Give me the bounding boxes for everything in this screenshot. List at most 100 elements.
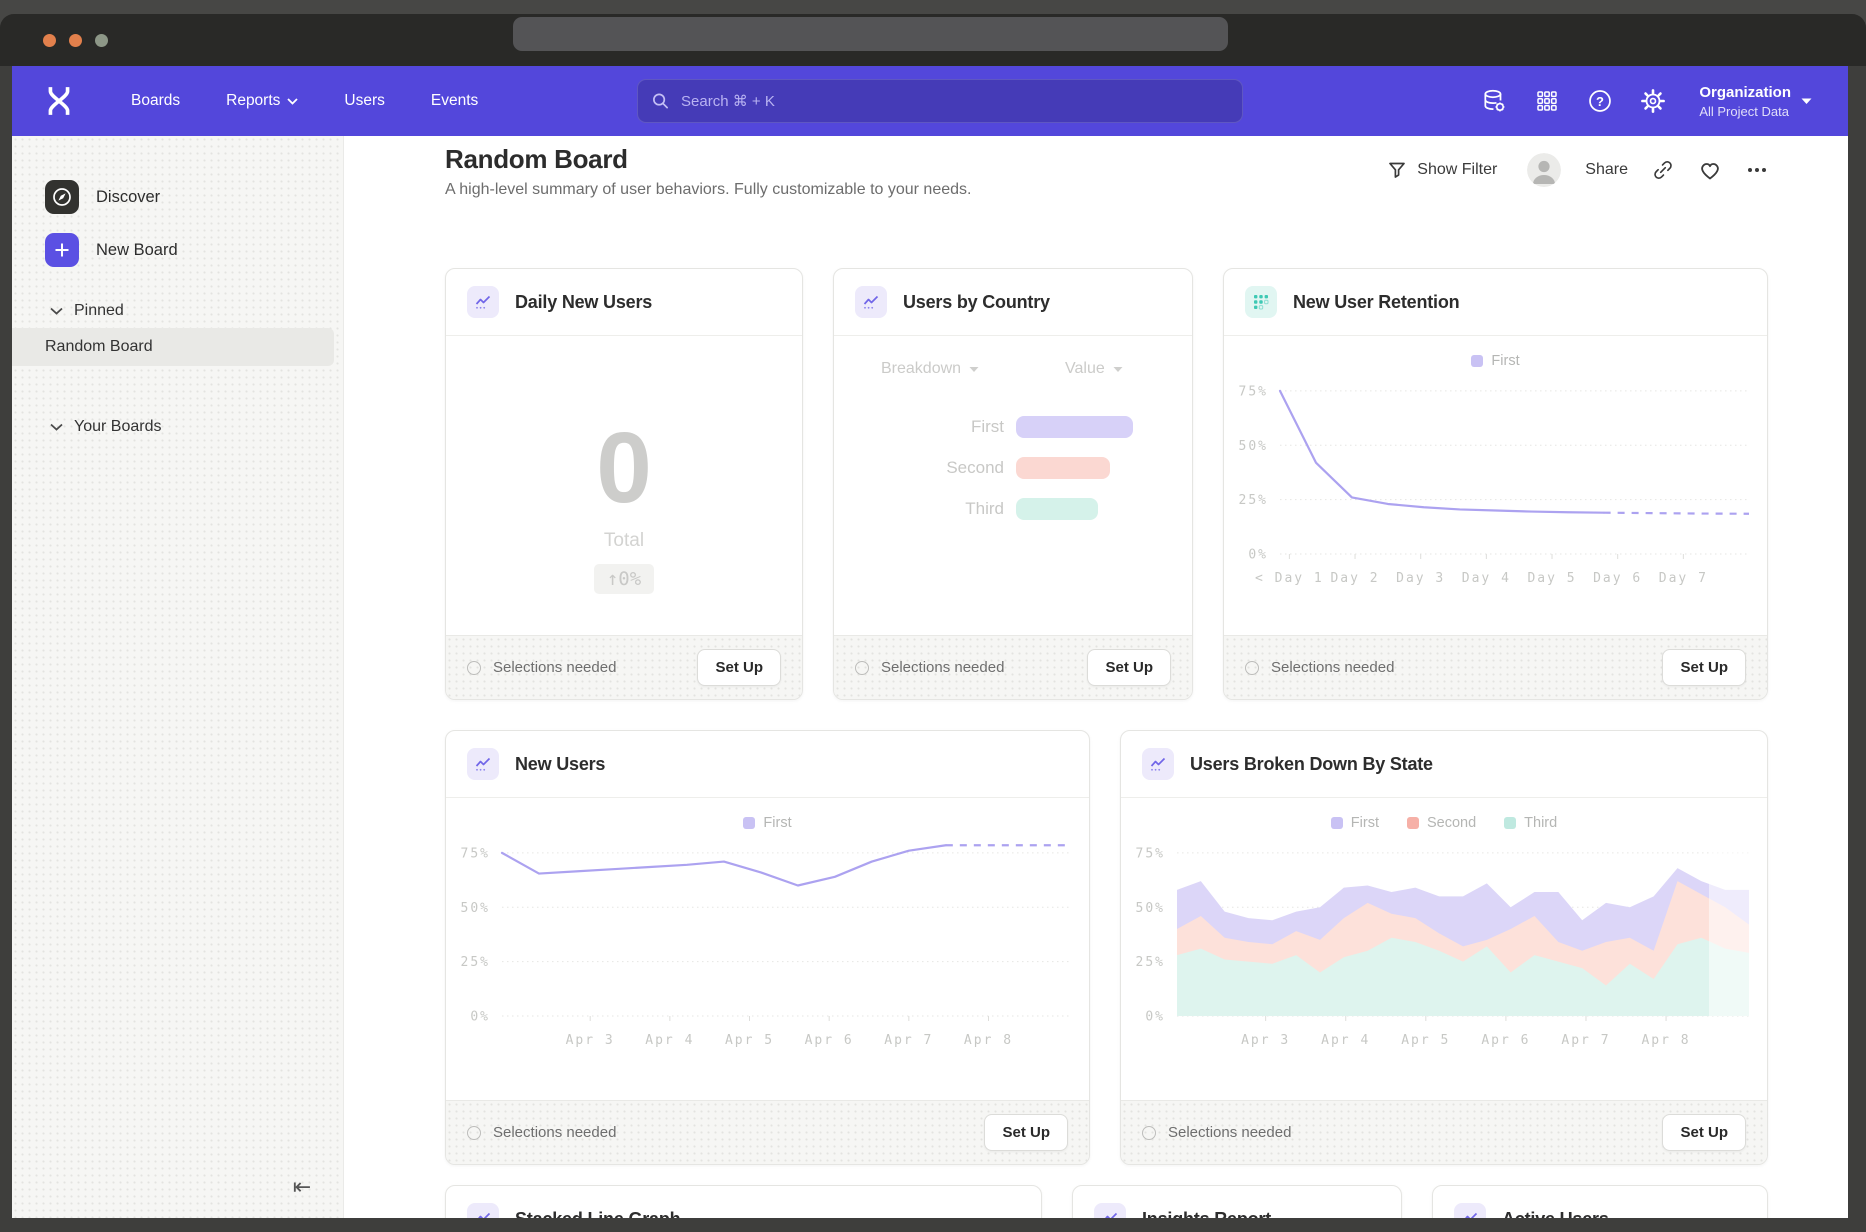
favorite-button[interactable] xyxy=(1698,159,1722,181)
pinned-section-toggle[interactable]: Pinned xyxy=(48,302,334,320)
desktop-background: Boards Reports Users Events xyxy=(0,0,1866,1232)
card-new-users: New Users First 75%50%25%0%Apr 3Apr 4Apr… xyxy=(445,730,1090,1165)
retention-chart: 75%50%25%0%< Day 1Day 2Day 3Day 4Day 5Da… xyxy=(1224,372,1767,592)
status-circle-icon xyxy=(855,661,869,675)
nav-item-users[interactable]: Users xyxy=(321,92,407,110)
line-chart-icon xyxy=(855,286,887,318)
bar-chart-body: Breakdown Value First Second Third xyxy=(834,336,1192,635)
apps-grid-icon[interactable] xyxy=(1534,88,1560,114)
legend-item[interactable]: First xyxy=(1331,815,1379,831)
search-icon xyxy=(652,92,669,110)
chevron-down-icon xyxy=(48,419,64,435)
new-board-button[interactable]: New Board xyxy=(45,233,334,267)
country-row: First xyxy=(834,416,1192,438)
plus-icon xyxy=(45,233,79,267)
card-insights-report: Insights Report xyxy=(1072,1185,1402,1218)
browser-window: Boards Reports Users Events xyxy=(0,14,1866,1232)
x-axis-tick: Apr 4 xyxy=(1321,1033,1370,1048)
x-axis-tick: Day 3 xyxy=(1396,571,1445,586)
copy-link-button[interactable] xyxy=(1652,159,1674,181)
legend-item[interactable]: Second xyxy=(1407,815,1476,831)
nav-right: ? xyxy=(1481,66,1848,136)
legend-item[interactable]: First xyxy=(1471,353,1519,369)
breakdown-dropdown[interactable]: Breakdown xyxy=(881,360,979,378)
nav-item-events[interactable]: Events xyxy=(408,92,501,110)
country-row-label: Second xyxy=(834,458,1016,478)
setup-button[interactable]: Set Up xyxy=(1087,649,1171,686)
legend-item[interactable]: Third xyxy=(1504,815,1557,831)
x-axis-tick: Apr 3 xyxy=(1241,1033,1290,1048)
line-chart-body: First 75%50%25%0%Apr 3Apr 4Apr 5Apr 6Apr… xyxy=(446,798,1089,1100)
setup-button[interactable]: Set Up xyxy=(697,649,781,686)
sidebar-board-item-random-board[interactable]: Random Board xyxy=(12,328,334,366)
ellipsis-icon xyxy=(1746,166,1768,174)
sidebar-item-discover[interactable]: Discover xyxy=(45,180,334,214)
data-management-icon[interactable] xyxy=(1481,88,1507,114)
status-circle-icon xyxy=(467,1126,481,1140)
line-series xyxy=(502,845,946,885)
card-title: Active Users xyxy=(1502,1209,1609,1219)
chart-legend: First xyxy=(446,798,1089,834)
search-input[interactable] xyxy=(679,92,1228,111)
setup-button[interactable]: Set Up xyxy=(1662,649,1746,686)
avatar[interactable] xyxy=(1527,153,1561,187)
settings-gear-icon[interactable] xyxy=(1640,88,1666,114)
help-icon[interactable]: ? xyxy=(1587,88,1613,114)
nav-item-label: Reports xyxy=(226,92,280,110)
page-title: Random Board xyxy=(445,144,628,175)
line-chart-icon xyxy=(1142,748,1174,780)
collapse-sidebar-icon[interactable]: ⇤ xyxy=(287,1172,317,1202)
window-minimize-button[interactable] xyxy=(69,34,82,47)
y-axis-tick: 25% xyxy=(1136,955,1165,970)
line-series-forecast xyxy=(1604,513,1749,514)
share-label: Share xyxy=(1585,161,1628,179)
window-close-button[interactable] xyxy=(43,34,56,47)
y-axis-tick: 75% xyxy=(1136,846,1165,861)
funnel-icon xyxy=(1387,160,1407,180)
card-active-users: Active Users xyxy=(1432,1185,1768,1218)
your-boards-section-toggle[interactable]: Your Boards xyxy=(48,418,334,436)
retention-chart-svg: 75%50%25%0%< Day 1Day 2Day 3Day 4Day 5Da… xyxy=(1224,372,1767,592)
legend-swatch-icon xyxy=(1504,817,1516,829)
setup-button[interactable]: Set Up xyxy=(1662,1114,1746,1151)
country-bar-rows: First Second Third xyxy=(834,416,1192,539)
x-axis-tick: Apr 7 xyxy=(884,1033,933,1048)
section-label: Your Boards xyxy=(74,418,161,436)
window-zoom-button[interactable] xyxy=(95,34,108,47)
setup-button[interactable]: Set Up xyxy=(984,1114,1068,1151)
nav-item-reports[interactable]: Reports xyxy=(203,92,321,110)
status-label: Selections needed xyxy=(493,659,616,676)
legend-label: First xyxy=(763,815,791,831)
sidebar: Discover New Board Pinned Random Board xyxy=(12,136,344,1218)
country-row: Second xyxy=(834,457,1192,479)
compass-icon xyxy=(45,180,79,214)
y-axis-tick: 50% xyxy=(1239,439,1268,454)
org-switcher[interactable]: Organization All Project Data xyxy=(1693,84,1812,119)
card-users-by-country: Users by Country Breakdown Value FirstSe… xyxy=(833,268,1193,700)
nav-item-boards[interactable]: Boards xyxy=(108,92,203,110)
country-row-label: Third xyxy=(834,499,1016,519)
app-window: Boards Reports Users Events xyxy=(12,66,1848,1218)
more-options-button[interactable] xyxy=(1746,166,1768,174)
global-search[interactable] xyxy=(637,79,1243,123)
chevron-down-icon xyxy=(969,366,979,373)
legend-item[interactable]: First xyxy=(743,815,791,831)
y-axis-tick: 0% xyxy=(1248,548,1268,563)
x-axis-tick: Apr 8 xyxy=(964,1033,1013,1048)
mixpanel-logo-icon[interactable] xyxy=(45,85,75,117)
nav-item-label: Boards xyxy=(131,92,180,110)
value-dropdown[interactable]: Value xyxy=(1065,360,1123,378)
line-chart-icon xyxy=(467,748,499,780)
chart-legend: First Second Third xyxy=(1121,798,1767,834)
x-axis-tick: Day 6 xyxy=(1593,571,1642,586)
metric-caption: Total xyxy=(604,530,644,552)
country-row-bar xyxy=(1016,498,1098,520)
section-label: Pinned xyxy=(74,302,124,320)
legend-swatch-icon xyxy=(1407,817,1419,829)
show-filter-label: Show Filter xyxy=(1417,161,1497,179)
address-bar[interactable] xyxy=(513,17,1228,51)
link-icon xyxy=(1652,159,1674,181)
share-button[interactable]: Share xyxy=(1585,161,1628,179)
x-axis-tick: < Day 1 xyxy=(1255,571,1324,586)
show-filter-button[interactable]: Show Filter xyxy=(1387,160,1497,180)
